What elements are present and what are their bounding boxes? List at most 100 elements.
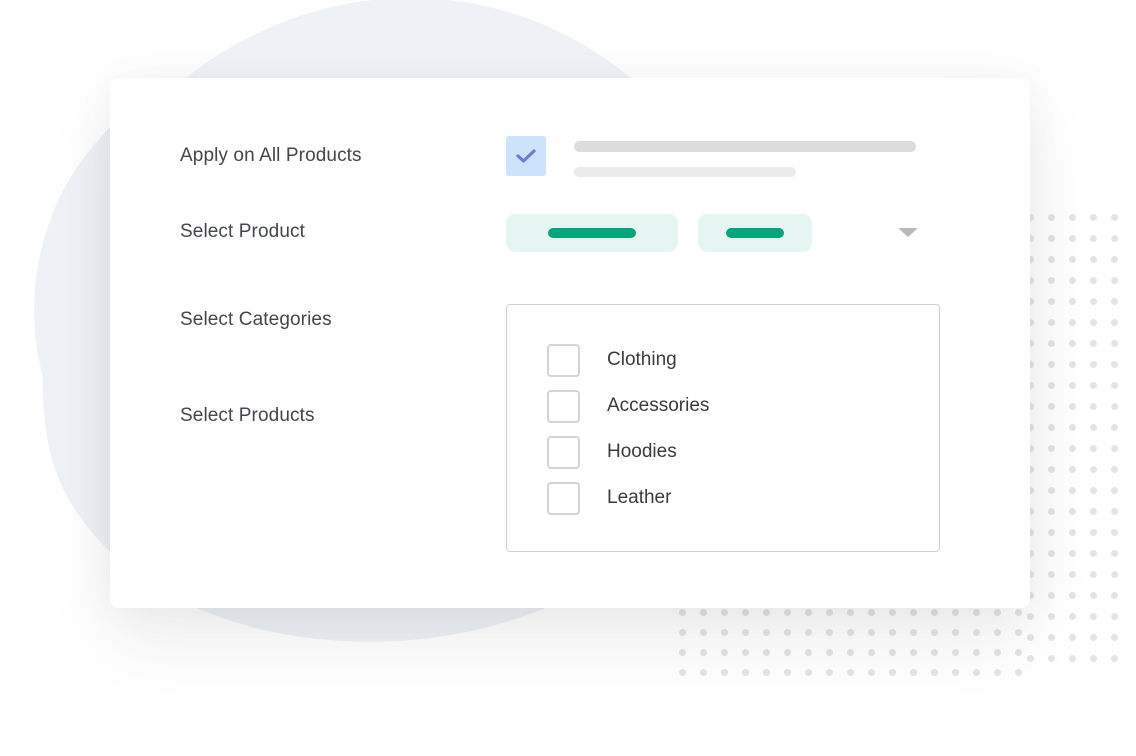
dot <box>1111 592 1118 599</box>
dot <box>1048 487 1055 494</box>
dot <box>826 649 833 656</box>
placeholder-text-line-1 <box>574 141 916 152</box>
dot <box>1111 424 1118 431</box>
dot <box>889 629 896 636</box>
dot <box>1111 571 1118 578</box>
dot <box>1069 655 1076 662</box>
dot <box>868 649 875 656</box>
check-icon <box>516 149 536 163</box>
dot <box>952 629 959 636</box>
dot <box>1090 403 1097 410</box>
dot <box>1069 445 1076 452</box>
dot <box>1090 382 1097 389</box>
dot <box>1111 529 1118 536</box>
category-option-accessories[interactable]: Accessories <box>547 388 709 424</box>
dot <box>1069 319 1076 326</box>
dot <box>1069 340 1076 347</box>
dot <box>1090 592 1097 599</box>
dot <box>889 609 896 616</box>
dot <box>1048 445 1055 452</box>
dot <box>679 649 686 656</box>
dot <box>910 629 917 636</box>
dot <box>1015 669 1022 676</box>
select-categories-label: Select Categories <box>180 309 332 330</box>
dot <box>1090 550 1097 557</box>
dot <box>805 649 812 656</box>
category-label: Hoodies <box>607 441 677 462</box>
checkbox[interactable] <box>547 481 580 515</box>
category-label: Accessories <box>607 395 710 416</box>
dot <box>847 629 854 636</box>
dot <box>1048 340 1055 347</box>
category-option-clothing[interactable]: Clothing <box>547 342 677 378</box>
dot <box>784 609 791 616</box>
dot <box>1090 298 1097 305</box>
dot <box>805 629 812 636</box>
select-products-label: Select Products <box>180 405 315 426</box>
dot <box>679 629 686 636</box>
dot <box>1090 466 1097 473</box>
dot <box>742 609 749 616</box>
dot <box>952 609 959 616</box>
dot <box>889 649 896 656</box>
dot <box>931 649 938 656</box>
dot <box>1111 550 1118 557</box>
dot <box>826 609 833 616</box>
dot <box>700 669 707 676</box>
dot <box>910 609 917 616</box>
dot <box>1090 214 1097 221</box>
dot <box>1048 298 1055 305</box>
dot <box>1048 319 1055 326</box>
dot <box>1069 571 1076 578</box>
dot <box>1069 256 1076 263</box>
dot <box>931 609 938 616</box>
dot <box>1090 655 1097 662</box>
category-option-leather[interactable]: Leather <box>547 480 671 516</box>
select-product-label: Select Product <box>180 221 305 242</box>
dot <box>973 629 980 636</box>
dot <box>679 609 686 616</box>
dot <box>1090 277 1097 284</box>
apply-all-checkbox[interactable] <box>506 136 546 176</box>
dot <box>952 669 959 676</box>
selected-product-chip-1[interactable] <box>506 214 678 252</box>
dot <box>805 669 812 676</box>
dot <box>1090 235 1097 242</box>
dot <box>1090 424 1097 431</box>
dot <box>1048 508 1055 515</box>
dot <box>826 669 833 676</box>
dot <box>679 669 686 676</box>
chip-text-placeholder <box>726 228 784 238</box>
checkbox[interactable] <box>547 343 580 377</box>
dot <box>700 629 707 636</box>
dot <box>1090 487 1097 494</box>
caret-down-icon[interactable] <box>898 228 918 237</box>
dot <box>1111 655 1118 662</box>
dot <box>1090 571 1097 578</box>
dot <box>1111 487 1118 494</box>
checkbox[interactable] <box>547 389 580 423</box>
dot <box>721 649 728 656</box>
dot <box>1015 649 1022 656</box>
placeholder-text-line-2 <box>574 167 796 177</box>
dot <box>700 649 707 656</box>
dot <box>910 649 917 656</box>
dot <box>1090 508 1097 515</box>
dot <box>721 669 728 676</box>
dot <box>1069 424 1076 431</box>
dot <box>742 669 749 676</box>
dot <box>847 669 854 676</box>
category-option-hoodies[interactable]: Hoodies <box>547 434 677 470</box>
dot <box>1111 214 1118 221</box>
dot <box>1069 508 1076 515</box>
dot <box>1111 613 1118 620</box>
selected-product-chip-2[interactable] <box>698 214 812 252</box>
checkbox[interactable] <box>547 435 580 469</box>
dot <box>868 629 875 636</box>
dot <box>784 669 791 676</box>
dot <box>763 649 770 656</box>
dot <box>1069 550 1076 557</box>
dot <box>1048 571 1055 578</box>
dot <box>1048 424 1055 431</box>
dot <box>784 649 791 656</box>
